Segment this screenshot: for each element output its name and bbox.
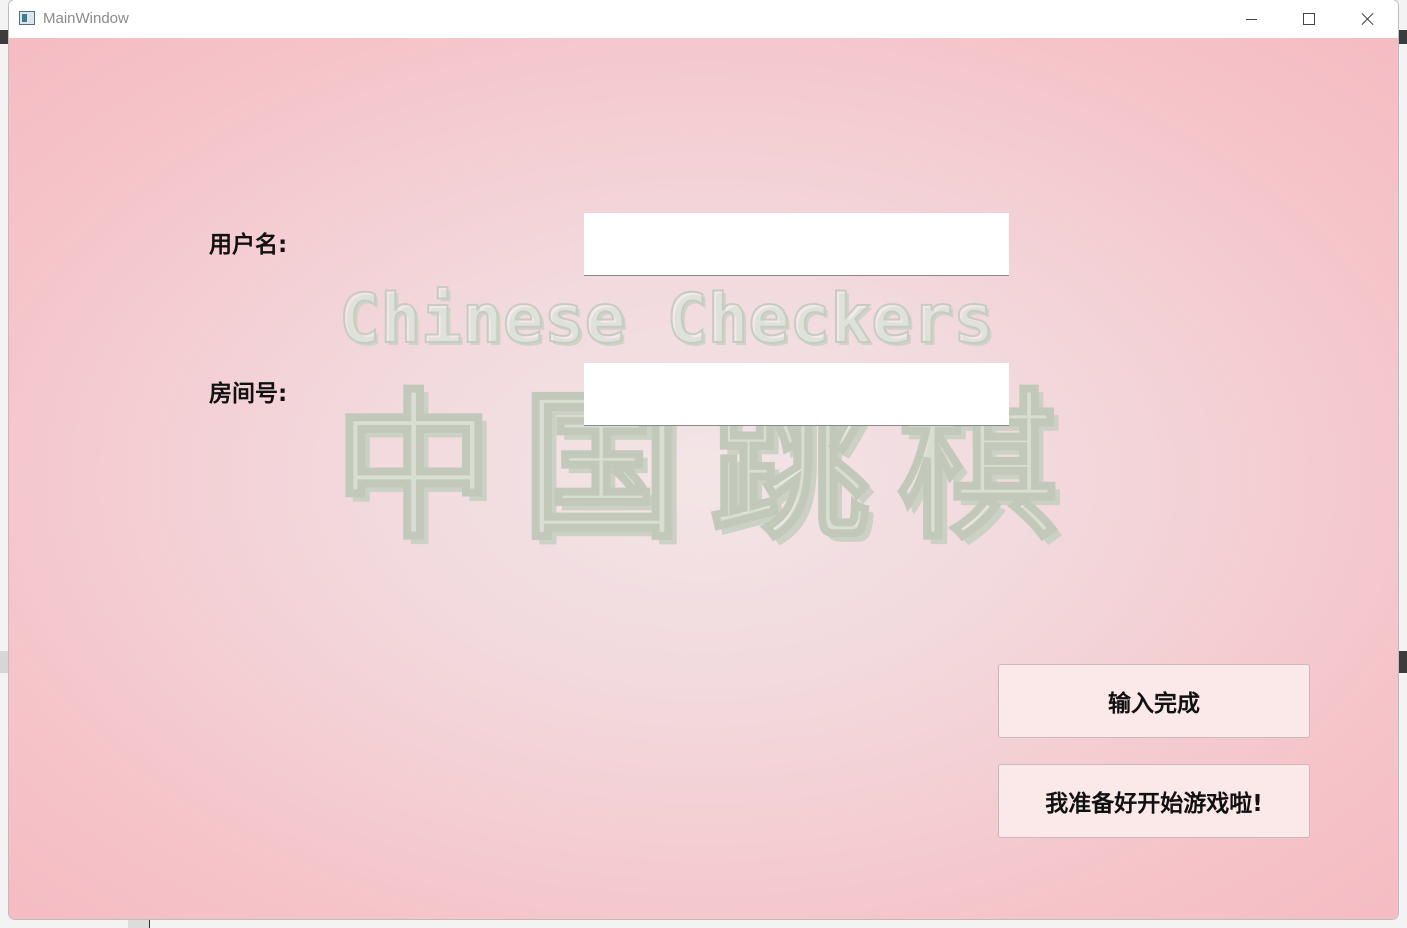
close-button[interactable] [1339,0,1397,38]
username-label: 用户名: [209,232,288,258]
background-desktop-right [1398,0,1407,928]
ready-to-start-button[interactable]: 我准备好开始游戏啦! [998,764,1310,838]
maximize-button[interactable] [1280,0,1338,38]
background-divider [149,919,150,928]
background-strip [128,919,149,928]
minimize-icon [1245,18,1257,20]
username-input[interactable] [584,213,1009,276]
room-number-input[interactable] [584,363,1009,426]
room-number-label: 房间号: [209,381,288,407]
main-window: MainWindow Chinese Checkers 中国跳棋 用户名: 房间… [9,0,1398,919]
input-done-button[interactable]: 输入完成 [998,664,1310,738]
background-desktop-left [0,0,9,928]
minimize-button[interactable] [1222,0,1280,38]
background-highlight [0,651,9,673]
background-strip [1398,30,1407,44]
close-icon [1361,12,1375,26]
maximize-icon [1303,13,1315,25]
watermark-english-title: Chinese Checkers [338,279,995,360]
window-title: MainWindow [43,10,129,27]
app-window-icon [19,11,35,25]
background-desktop-bottom [0,919,1407,928]
background-strip [1398,651,1407,673]
background-strip [0,30,9,44]
title-bar[interactable]: MainWindow [9,0,1398,38]
login-panel: Chinese Checkers 中国跳棋 用户名: 房间号: 输入完成 我准备… [9,38,1398,919]
